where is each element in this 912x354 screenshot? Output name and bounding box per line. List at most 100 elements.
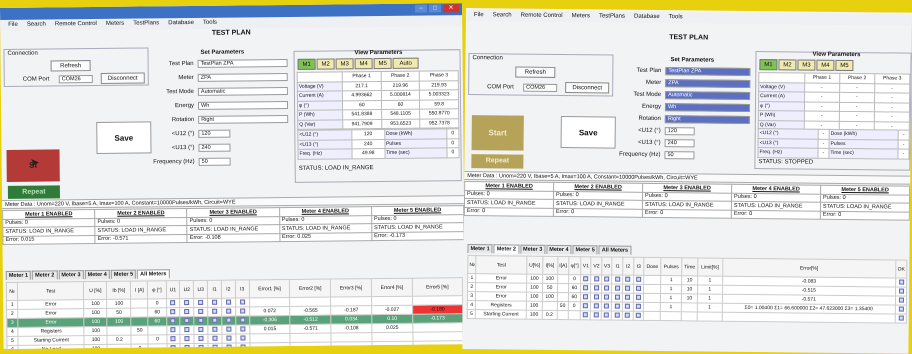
result-tab-3[interactable]: Meter 3 bbox=[519, 244, 546, 254]
com-port-select[interactable]: COM26 bbox=[523, 83, 558, 92]
refresh-button[interactable]: Refresh bbox=[50, 60, 91, 72]
menu-database[interactable]: Database bbox=[634, 14, 660, 21]
param-field[interactable]: 120 bbox=[198, 129, 230, 138]
checkbox[interactable] bbox=[604, 275, 610, 282]
phase-checkbox[interactable] bbox=[590, 283, 602, 293]
phase-checkbox[interactable] bbox=[194, 334, 209, 344]
checkbox[interactable] bbox=[171, 344, 177, 349]
phase-checkbox[interactable] bbox=[180, 334, 195, 344]
repeat-button[interactable]: Repeat bbox=[7, 185, 60, 199]
result-tab-5[interactable]: Meter 5 bbox=[572, 245, 598, 255]
menu-remote-control[interactable]: Remote Control bbox=[55, 21, 97, 28]
menu-testplans[interactable]: TestPlans bbox=[599, 13, 625, 20]
save-button[interactable]: Save bbox=[96, 121, 152, 154]
checkbox[interactable] bbox=[170, 299, 176, 305]
result-tab-3[interactable]: Meter 3 bbox=[58, 270, 84, 280]
phase-checkbox[interactable] bbox=[235, 324, 250, 335]
phase-checkbox[interactable] bbox=[580, 301, 591, 311]
param-field[interactable]: TestPlan ZPA bbox=[665, 67, 751, 76]
param-field[interactable]: ZPA bbox=[665, 79, 751, 88]
checkbox[interactable] bbox=[593, 311, 599, 317]
checkbox[interactable] bbox=[898, 288, 904, 294]
checkbox[interactable] bbox=[625, 285, 631, 291]
menu-remote-control[interactable]: Remote Control bbox=[521, 13, 563, 20]
checkbox[interactable] bbox=[198, 344, 204, 349]
checkbox[interactable] bbox=[614, 303, 620, 309]
param-field[interactable]: Wh bbox=[197, 100, 289, 110]
phase-checkbox[interactable] bbox=[207, 298, 222, 308]
param-field[interactable]: 120 bbox=[664, 127, 695, 136]
phase-checkbox[interactable] bbox=[611, 311, 623, 321]
ok-checkbox[interactable] bbox=[895, 278, 907, 288]
phase-checkbox[interactable] bbox=[601, 292, 613, 303]
meter-tab-m1[interactable]: M1 bbox=[297, 58, 316, 70]
checkbox[interactable] bbox=[583, 275, 589, 281]
checkbox[interactable] bbox=[170, 326, 176, 332]
checkbox[interactable] bbox=[593, 302, 599, 308]
result-tab-4[interactable]: Meter 4 bbox=[84, 269, 110, 280]
checkbox[interactable] bbox=[198, 308, 204, 314]
phase-checkbox[interactable] bbox=[622, 275, 634, 285]
phase-checkbox[interactable] bbox=[611, 293, 623, 303]
checkbox[interactable] bbox=[226, 335, 232, 341]
phase-checkbox[interactable] bbox=[193, 298, 208, 308]
checkbox[interactable] bbox=[212, 326, 218, 332]
checkbox[interactable] bbox=[226, 326, 232, 332]
phase-checkbox[interactable] bbox=[632, 302, 644, 312]
checkbox[interactable] bbox=[625, 294, 631, 300]
checkbox[interactable] bbox=[240, 343, 246, 349]
menu-testplans[interactable]: TestPlans bbox=[133, 20, 159, 27]
meter-tab-m1[interactable]: M1 bbox=[759, 59, 778, 71]
menu-file[interactable]: File bbox=[474, 12, 484, 19]
phase-checkbox[interactable] bbox=[612, 284, 623, 294]
menu-meters[interactable]: Meters bbox=[572, 13, 590, 20]
phase-checkbox[interactable] bbox=[622, 293, 634, 303]
phase-checkbox[interactable] bbox=[207, 307, 222, 317]
checkbox[interactable] bbox=[898, 279, 904, 285]
phase-checkbox[interactable] bbox=[611, 302, 623, 312]
phase-checkbox[interactable] bbox=[235, 306, 250, 317]
param-field[interactable]: 50 bbox=[664, 151, 695, 160]
checkbox[interactable] bbox=[240, 325, 246, 332]
checkbox[interactable] bbox=[625, 276, 631, 282]
phase-checkbox[interactable] bbox=[633, 293, 644, 303]
result-tab-5[interactable]: Meter 5 bbox=[110, 269, 137, 279]
meter-tab-auto[interactable]: Auto bbox=[392, 57, 419, 69]
checkbox[interactable] bbox=[226, 308, 232, 314]
phase-checkbox[interactable] bbox=[166, 298, 181, 308]
repeat-button[interactable]: Repeat bbox=[471, 154, 524, 169]
disconnect-button[interactable]: Disconnect bbox=[565, 82, 610, 94]
checkbox[interactable] bbox=[184, 308, 190, 314]
result-tab-2[interactable]: Meter 2 bbox=[32, 270, 58, 280]
checkbox[interactable] bbox=[212, 335, 218, 341]
meter-tab-m3[interactable]: M3 bbox=[335, 58, 354, 70]
phase-checkbox[interactable] bbox=[179, 298, 194, 308]
phase-checkbox[interactable] bbox=[221, 298, 236, 308]
checkbox[interactable] bbox=[184, 317, 190, 323]
phase-checkbox[interactable] bbox=[622, 284, 634, 294]
refresh-button[interactable]: Refresh bbox=[515, 66, 556, 78]
checkbox[interactable] bbox=[239, 298, 245, 305]
checkbox[interactable] bbox=[184, 326, 190, 332]
checkbox[interactable] bbox=[898, 315, 904, 321]
result-tab-2[interactable]: Meter 2 bbox=[493, 244, 520, 254]
menu-tools[interactable]: Tools bbox=[203, 20, 217, 27]
result-tab-6[interactable]: All Meters bbox=[137, 269, 170, 279]
phase-checkbox[interactable] bbox=[633, 284, 644, 294]
checkbox[interactable] bbox=[614, 276, 620, 282]
checkbox[interactable] bbox=[212, 308, 218, 314]
param-field[interactable]: ZPA bbox=[197, 72, 288, 82]
menu-search[interactable]: Search bbox=[493, 12, 512, 19]
result-tab-6[interactable]: All Meters bbox=[598, 245, 632, 255]
phase-checkbox[interactable] bbox=[590, 274, 602, 284]
minimize-icon[interactable]: – bbox=[414, 4, 428, 13]
phase-checkbox[interactable] bbox=[180, 307, 195, 317]
result-tab-1[interactable]: Meter 1 bbox=[467, 244, 493, 254]
checkbox[interactable] bbox=[635, 312, 641, 318]
phase-checkbox[interactable] bbox=[221, 316, 236, 326]
phase-checkbox[interactable] bbox=[235, 297, 250, 308]
checkbox[interactable] bbox=[604, 293, 610, 300]
checkbox[interactable] bbox=[593, 284, 599, 290]
phase-checkbox[interactable] bbox=[235, 315, 250, 326]
phase-checkbox[interactable] bbox=[180, 316, 195, 326]
